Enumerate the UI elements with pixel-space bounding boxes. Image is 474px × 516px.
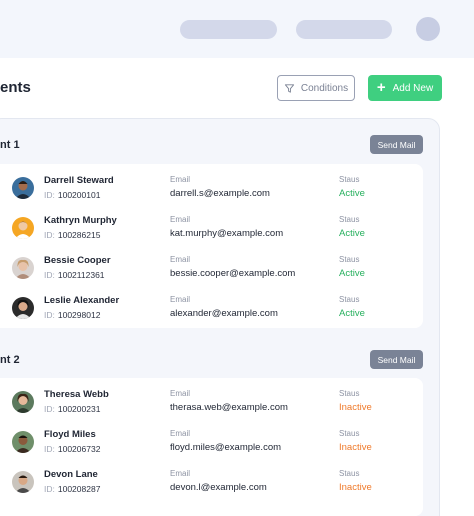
id-label: ID: xyxy=(44,404,55,414)
contact-name: Theresa Webb xyxy=(44,389,109,400)
contact-id: ID: 100200101 xyxy=(44,190,100,200)
status-badge: Inactive xyxy=(339,442,372,453)
plus-icon: + xyxy=(376,79,386,96)
contact-name: Leslie Alexander xyxy=(44,295,120,306)
status-badge: Active xyxy=(339,188,365,199)
top-bar xyxy=(0,0,474,58)
add-new-button[interactable]: + Add New xyxy=(368,75,442,101)
status-badge: Active xyxy=(339,308,365,319)
id-label: ID: xyxy=(44,444,55,454)
email-label: Email xyxy=(170,295,191,304)
id-label: ID: xyxy=(44,484,55,494)
contact-id: ID: 1002112361 xyxy=(44,270,105,280)
user-avatar-icon xyxy=(12,257,34,279)
group-title: nt 2 xyxy=(0,354,20,366)
table-row[interactable]: Leslie Alexander ID: 100298012 Email alex… xyxy=(0,287,423,327)
id-value: 100200231 xyxy=(57,404,101,414)
user-avatar-icon xyxy=(12,217,34,239)
user-avatar-icon xyxy=(12,297,34,319)
conditions-button[interactable]: Conditions xyxy=(277,75,355,101)
contact-id: ID: 100206732 xyxy=(44,444,100,454)
contact-name: Darrell Steward xyxy=(44,175,114,186)
contact-email[interactable]: floyd.miles@example.com xyxy=(170,442,281,453)
add-new-label: Add New xyxy=(392,82,434,94)
id-value: 100200101 xyxy=(57,190,101,200)
email-label: Email xyxy=(170,389,191,398)
status-badge: Inactive xyxy=(339,482,372,493)
contacts-card: Darrell Steward ID: 100200101 Email darre… xyxy=(0,164,423,328)
nav-placeholder-1[interactable] xyxy=(180,20,277,39)
conditions-label: Conditions xyxy=(300,82,349,94)
email-label: Email xyxy=(170,215,191,224)
contacts-card: Theresa Webb ID: 100200231 Email therasa.… xyxy=(0,378,423,516)
id-value: 1002112361 xyxy=(57,270,105,280)
contact-name: Bessie Cooper xyxy=(44,255,111,266)
status-label: Staus xyxy=(339,295,360,304)
contact-email[interactable]: bessie.cooper@example.com xyxy=(170,268,295,279)
table-row[interactable]: Kathryn Murphy ID: 100286215 Email kat.mu… xyxy=(0,207,423,247)
id-value: 100206732 xyxy=(57,444,101,454)
nav-placeholder-2[interactable] xyxy=(296,20,392,39)
page-title: ents xyxy=(0,79,31,96)
contact-id: ID: 100298012 xyxy=(44,310,100,320)
contact-email[interactable]: therasa.web@example.com xyxy=(170,402,288,413)
status-badge: Inactive xyxy=(339,402,372,413)
contact-email[interactable]: devon.l@example.com xyxy=(170,482,267,493)
status-label: Staus xyxy=(339,389,360,398)
table-row[interactable]: Darrell Steward ID: 100200101 Email darre… xyxy=(0,167,423,207)
id-label: ID: xyxy=(44,230,55,240)
status-label: Staus xyxy=(339,215,360,224)
send-mail-button[interactable]: Send Mail xyxy=(370,135,423,154)
table-row[interactable]: Devon Lane ID: 100208287 Email devon.l@ex… xyxy=(0,461,423,501)
contact-email[interactable]: darrell.s@example.com xyxy=(170,188,270,199)
user-avatar-icon xyxy=(12,177,34,199)
status-badge: Active xyxy=(339,228,365,239)
contact-name: Kathryn Murphy xyxy=(44,215,117,226)
profile-avatar[interactable] xyxy=(416,17,440,41)
email-label: Email xyxy=(170,255,191,264)
id-value: 100286215 xyxy=(57,230,101,240)
contact-name: Floyd Miles xyxy=(44,429,96,440)
contact-id: ID: 100208287 xyxy=(44,484,100,494)
contact-name: Devon Lane xyxy=(44,469,98,480)
user-avatar-icon xyxy=(12,471,34,493)
contact-id: ID: 100200231 xyxy=(44,404,100,414)
send-mail-button[interactable]: Send Mail xyxy=(370,350,423,369)
group-title: nt 1 xyxy=(0,139,20,151)
contact-email[interactable]: alexander@example.com xyxy=(170,308,278,319)
status-label: Staus xyxy=(339,429,360,438)
contact-email[interactable]: kat.murphy@example.com xyxy=(170,228,283,239)
id-label: ID: xyxy=(44,270,55,280)
table-row[interactable]: Theresa Webb ID: 100200231 Email therasa.… xyxy=(0,381,423,421)
filter-icon xyxy=(284,83,294,93)
id-label: ID: xyxy=(44,310,55,320)
status-label: Staus xyxy=(339,175,360,184)
id-value: 100208287 xyxy=(57,484,101,494)
status-badge: Active xyxy=(339,268,365,279)
status-label: Staus xyxy=(339,469,360,478)
status-label: Staus xyxy=(339,255,360,264)
user-avatar-icon xyxy=(12,431,34,453)
email-label: Email xyxy=(170,429,191,438)
table-row[interactable]: Floyd Miles ID: 100206732 Email floyd.mil… xyxy=(0,421,423,461)
id-label: ID: xyxy=(44,190,55,200)
email-label: Email xyxy=(170,175,191,184)
id-value: 100298012 xyxy=(57,310,101,320)
email-label: Email xyxy=(170,469,191,478)
table-row[interactable]: Bessie Cooper ID: 1002112361 Email bessie… xyxy=(0,247,423,287)
user-avatar-icon xyxy=(12,391,34,413)
contact-id: ID: 100286215 xyxy=(44,230,100,240)
